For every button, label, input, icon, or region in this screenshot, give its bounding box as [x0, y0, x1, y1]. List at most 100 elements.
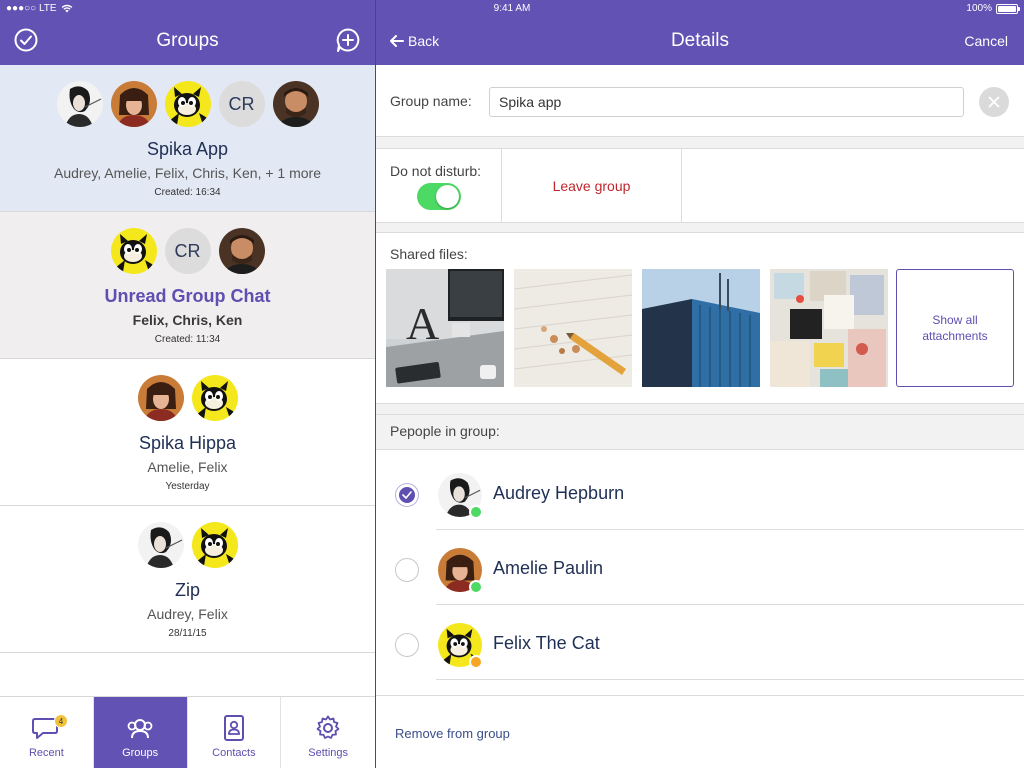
battery-icon [996, 3, 1020, 14]
avatar-felix [192, 375, 238, 421]
building-photo-image [642, 269, 760, 387]
cancel-button[interactable]: Cancel [964, 33, 1008, 49]
avatar-felix [111, 228, 157, 274]
group-members: Amelie, Felix [147, 459, 228, 475]
show-all-line1: Show all [932, 313, 978, 327]
away-status-dot [469, 655, 483, 669]
new-chat-icon [336, 28, 360, 52]
tab-label: Groups [122, 747, 159, 759]
person-name: Audrey Hepburn [493, 483, 625, 503]
recent-badge: 4 [54, 714, 68, 728]
desk-photo-image: A [386, 269, 504, 387]
remove-from-group-button[interactable]: Remove from group [395, 726, 510, 741]
avatar-felix [165, 81, 211, 127]
group-created: Yesterday [165, 481, 210, 492]
people-header: Pepople in group: [376, 414, 1024, 450]
online-status-dot [469, 580, 483, 594]
person-name: Amelie Paulin [493, 558, 604, 578]
group-name: Unread Group Chat [104, 286, 271, 306]
tab-bar: 4 Recent Groups Contacts Settings [0, 696, 375, 768]
settings-row: Do not disturb: Leave group [376, 149, 1024, 223]
avatar-audrey [138, 522, 184, 568]
avatar-amelie [138, 375, 184, 421]
group-item-spika-app[interactable]: CR Spika App Audrey, Amelie, Felix, Chri… [0, 65, 375, 212]
do-not-disturb-cell: Do not disturb: [376, 149, 502, 222]
group-created: Created: 11:34 [154, 334, 221, 345]
groups-title: Groups [156, 30, 219, 51]
person-select-radio[interactable] [395, 633, 419, 657]
section-spacer [376, 404, 1024, 414]
details-title: Details [670, 30, 730, 51]
do-not-disturb-toggle[interactable] [417, 183, 461, 210]
tab-settings[interactable]: Settings [281, 697, 375, 768]
person-select-radio[interactable] [395, 558, 419, 582]
group-name-input[interactable] [489, 87, 964, 117]
shared-files-label: Shared files: [390, 246, 468, 262]
tab-label: Settings [308, 747, 348, 759]
person-row[interactable]: Audrey Hepburn [376, 455, 1024, 530]
avatar-felix [192, 522, 238, 568]
group-created: 28/11/15 [168, 628, 207, 639]
tab-contacts[interactable]: Contacts [188, 697, 282, 768]
group-item-unread-group-chat[interactable]: CR Unread Group Chat Felix, Chris, Ken C… [0, 212, 375, 359]
person-row[interactable]: Amelie Paulin [376, 530, 1024, 605]
person-name: Felix The Cat [493, 633, 600, 653]
group-members: Audrey, Felix [147, 606, 228, 622]
new-group-button[interactable] [334, 26, 362, 54]
show-all-attachments-button[interactable]: Show all attachments [896, 269, 1014, 387]
group-avatars [0, 359, 375, 421]
section-spacer [376, 223, 1024, 233]
shared-file-thumbnail[interactable]: A [386, 269, 504, 387]
group-name: Spika Hippa [138, 433, 237, 453]
gear-icon [316, 715, 340, 739]
leave-group-button[interactable]: Leave group [502, 149, 682, 222]
group-item-zip[interactable]: Zip Audrey, Felix 28/11/15 [0, 506, 375, 653]
group-created: Created: 16:34 [154, 187, 221, 198]
group-avatars: CR [0, 65, 375, 127]
avatar-ken [273, 81, 319, 127]
status-bar: ●●●○○ LTE 9:41 AM 100% [0, 0, 1024, 18]
group-name: Spika App [146, 139, 229, 159]
battery-indicator: 100% [966, 3, 1020, 14]
avatar-chris: CR [218, 81, 265, 127]
tab-recent[interactable]: 4 Recent [0, 697, 94, 768]
clear-name-button[interactable] [979, 87, 1009, 117]
tab-groups[interactable]: Groups [93, 697, 188, 768]
group-people-icon [127, 719, 153, 739]
tab-label: Recent [28, 747, 64, 759]
group-members: Audrey, Amelie, Felix, Chris, Ken, + 1 m… [53, 165, 321, 181]
details-footer: Remove from group [376, 695, 1024, 768]
shared-file-thumbnail[interactable] [514, 269, 632, 387]
group-members: Felix, Chris, Ken [132, 312, 243, 328]
pencil-photo-image [514, 269, 632, 387]
group-name-row: Group name: [376, 65, 1024, 137]
people-in-group-label: Pepople in group: [390, 423, 500, 439]
shared-file-thumbnail[interactable] [770, 269, 888, 387]
group-list: CR Spika App Audrey, Amelie, Felix, Chri… [0, 65, 375, 696]
group-avatars [0, 506, 375, 568]
avatar-audrey [57, 81, 103, 127]
section-spacer [376, 137, 1024, 149]
battery-percent: 100% [966, 3, 992, 14]
contacts-book-icon [223, 715, 244, 741]
person-select-radio[interactable] [395, 483, 419, 507]
avatar-chris: CR [164, 228, 211, 274]
selected-check-icon [399, 487, 415, 503]
group-avatars: CR [0, 212, 375, 274]
status-time: 9:41 AM [493, 3, 531, 14]
top-navigation-bar: ●●●○○ LTE 9:41 AM 100% Groups Back Detai… [0, 0, 1024, 65]
avatar-ken [219, 228, 265, 274]
group-name: Zip [174, 580, 200, 600]
group-item-spika-hippa[interactable]: Spika Hippa Amelie, Felix Yesterday [0, 359, 375, 506]
show-all-line2: attachments [922, 329, 988, 343]
shared-file-thumbnail[interactable] [642, 269, 760, 387]
avatar-amelie [111, 81, 157, 127]
close-icon [988, 96, 1000, 108]
tab-label: Contacts [212, 747, 256, 759]
person-row[interactable]: Felix The Cat [376, 605, 1024, 680]
group-name-label: Group name: [390, 93, 472, 109]
online-status-dot [469, 505, 483, 519]
shared-files-section: Shared files: A Show all attachments [376, 233, 1024, 404]
details-panel: Group name: Do not disturb: Leave group … [376, 65, 1024, 768]
do-not-disturb-label: Do not disturb: [390, 163, 482, 179]
